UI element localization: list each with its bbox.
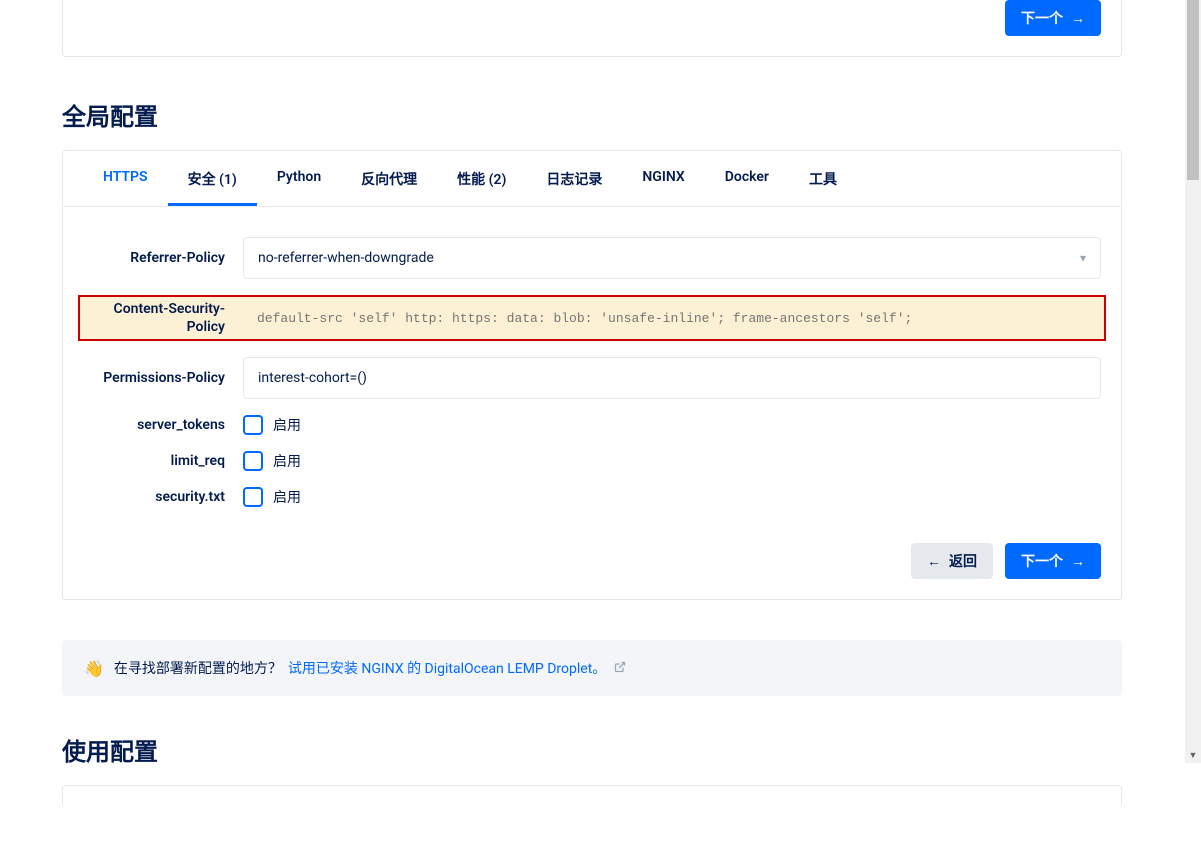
tab-security[interactable]: 安全 (1) (168, 151, 257, 206)
arrow-left-icon: ← (927, 553, 941, 569)
row-permissions-policy: Permissions-Policy (83, 357, 1101, 399)
tab-nginx[interactable]: NGINX (622, 151, 704, 206)
select-referrer-policy[interactable]: no-referrer-when-downgrade ▾ (243, 237, 1101, 279)
label-limit-req: limit_req (83, 452, 243, 470)
next-button-top[interactable]: 下一个 → (1005, 0, 1101, 36)
tab-https[interactable]: HTTPS (83, 151, 168, 206)
row-security-txt: security.txt 启用 (83, 487, 1101, 507)
label-csp: Content-Security-Policy (83, 300, 243, 336)
checkbox-security-txt[interactable] (243, 487, 263, 507)
checkbox-server-tokens[interactable] (243, 415, 263, 435)
external-link-icon (614, 661, 626, 676)
tabs-bar: HTTPS 安全 (1) Python 反向代理 性能 (2) 日志记录 NGI… (63, 151, 1121, 207)
usage-config-heading: 使用配置 (62, 732, 1122, 767)
scrollbar-thumb[interactable] (1187, 0, 1199, 180)
row-referrer-policy: Referrer-Policy no-referrer-when-downgra… (83, 237, 1101, 279)
arrow-right-icon: → (1071, 553, 1085, 569)
wave-emoji-icon: 👋 (84, 659, 104, 678)
promo-link[interactable]: 试用已安装 NGINX 的 DigitalOcean LEMP Droplet。 (288, 658, 606, 678)
tab-reverse-proxy[interactable]: 反向代理 (341, 151, 437, 206)
row-limit-req: limit_req 启用 (83, 451, 1101, 471)
select-referrer-policy-value: no-referrer-when-downgrade (258, 250, 434, 266)
top-panel: 下一个 → (62, 0, 1122, 57)
row-csp: Content-Security-Policy (78, 295, 1106, 341)
scroll-down-arrow[interactable]: ▼ (1185, 747, 1201, 763)
label-referrer-policy: Referrer-Policy (83, 249, 243, 267)
checkbox-limit-req-label: 启用 (273, 451, 301, 471)
scrollbar[interactable]: ▲ ▼ (1185, 0, 1201, 763)
back-button[interactable]: ← 返回 (911, 543, 993, 579)
label-server-tokens: server_tokens (83, 416, 243, 434)
promo-text: 在寻找部署新配置的地方？ (114, 658, 282, 678)
input-permissions-policy[interactable] (243, 357, 1101, 399)
tab-logging[interactable]: 日志记录 (526, 151, 622, 206)
usage-config-panel (62, 785, 1122, 805)
next-button-label: 下一个 (1021, 551, 1063, 571)
label-permissions-policy: Permissions-Policy (83, 369, 243, 387)
checkbox-limit-req[interactable] (243, 451, 263, 471)
back-button-label: 返回 (949, 551, 977, 571)
label-security-txt: security.txt (83, 488, 243, 506)
checkbox-server-tokens-label: 启用 (273, 415, 301, 435)
global-config-heading: 全局配置 (62, 97, 1122, 132)
tab-docker[interactable]: Docker (705, 151, 789, 206)
tab-performance[interactable]: 性能 (2) (437, 151, 526, 206)
arrow-right-icon: → (1071, 10, 1085, 26)
input-csp[interactable] (243, 301, 1101, 336)
row-server-tokens: server_tokens 启用 (83, 415, 1101, 435)
tab-tools[interactable]: 工具 (789, 151, 857, 206)
checkbox-security-txt-label: 启用 (273, 487, 301, 507)
next-button-top-label: 下一个 (1021, 8, 1063, 28)
global-config-panel: HTTPS 安全 (1) Python 反向代理 性能 (2) 日志记录 NGI… (62, 150, 1122, 600)
chevron-down-icon: ▾ (1080, 251, 1086, 265)
promo-box: 👋 在寻找部署新配置的地方？ 试用已安装 NGINX 的 DigitalOcea… (62, 640, 1122, 696)
next-button[interactable]: 下一个 → (1005, 543, 1101, 579)
tab-python[interactable]: Python (257, 151, 341, 206)
